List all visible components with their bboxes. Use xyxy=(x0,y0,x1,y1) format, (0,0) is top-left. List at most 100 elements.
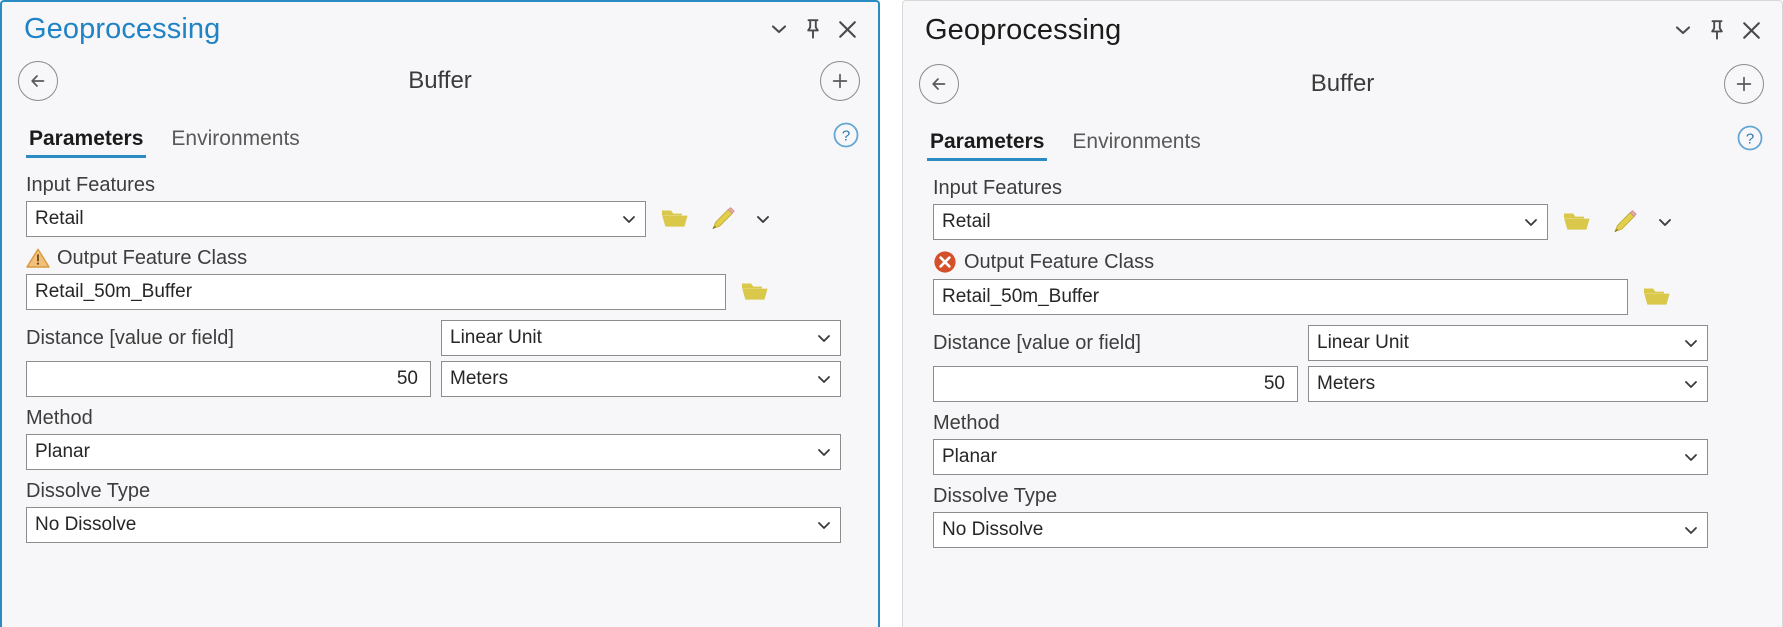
method-value: Planar xyxy=(942,446,997,467)
dissolve-type-label-text: Dissolve Type xyxy=(933,485,1058,507)
panel-title: Geoprocessing xyxy=(24,12,221,45)
add-button[interactable] xyxy=(820,61,860,101)
label-distance: Distance [value or field] xyxy=(933,325,1298,361)
parameters-form: Input Features Retail Output Feature Cla… xyxy=(2,158,878,543)
label-dissolve-type: Dissolve Type xyxy=(933,485,1764,507)
distance-value: 50 xyxy=(396,368,418,389)
dissolve-type-label-text: Dissolve Type xyxy=(26,480,151,502)
chevron-down-icon[interactable] xyxy=(808,444,832,460)
warning-triangle-icon xyxy=(26,247,50,269)
close-icon[interactable] xyxy=(830,12,864,46)
chevron-down-icon[interactable] xyxy=(1515,214,1539,230)
row-dissolve-type: No Dissolve xyxy=(26,507,858,543)
output-feature-class-value: Retail_50m_Buffer xyxy=(942,286,1100,307)
distance-label-text: Distance [value or field] xyxy=(933,332,1141,354)
unit-type-value: Linear Unit xyxy=(450,327,542,348)
chevron-down-icon[interactable] xyxy=(1666,13,1700,47)
chevron-down-icon[interactable] xyxy=(613,211,637,227)
panel-titlebar: Geoprocessing xyxy=(903,1,1782,55)
distance-unit-combobox[interactable]: Meters xyxy=(441,361,841,397)
chevron-down-icon[interactable] xyxy=(808,371,832,387)
chevron-down-icon[interactable] xyxy=(808,517,832,533)
tool-title: Buffer xyxy=(408,67,472,94)
panel-gap xyxy=(880,0,902,627)
geoprocessing-panel-right: Geoprocessing Buffer Parameters Environm… xyxy=(902,0,1783,627)
row-input-features: Retail xyxy=(933,204,1764,240)
panel-title: Geoprocessing xyxy=(925,13,1122,46)
output-feature-class-label-text: Output Feature Class xyxy=(964,251,1155,273)
output-feature-class-label-text: Output Feature Class xyxy=(57,247,248,269)
edit-pencil-icon[interactable] xyxy=(704,201,742,237)
svg-text:?: ? xyxy=(842,128,850,145)
method-label-text: Method xyxy=(933,412,1000,434)
distance-unit-combobox[interactable]: Meters xyxy=(1308,366,1708,402)
tabs: Parameters Environments ? xyxy=(903,113,1782,161)
label-input-features: Input Features xyxy=(26,174,858,196)
browse-folder-icon[interactable] xyxy=(736,274,774,310)
pin-icon[interactable] xyxy=(1700,13,1734,47)
label-dissolve-type: Dissolve Type xyxy=(26,480,858,502)
dissolve-type-combobox[interactable]: No Dissolve xyxy=(933,512,1708,548)
input-features-value: Retail xyxy=(942,211,991,232)
chevron-down-icon[interactable] xyxy=(1675,376,1699,392)
distance-unit-value: Meters xyxy=(1317,373,1376,394)
tab-environments[interactable]: Environments xyxy=(1069,130,1203,161)
method-combobox[interactable]: Planar xyxy=(933,439,1708,475)
browse-folder-icon[interactable] xyxy=(656,201,694,237)
edit-options-chevron-icon[interactable] xyxy=(1654,214,1676,230)
geoprocessing-panel-left: Geoprocessing Buffer Parameters Environm… xyxy=(0,0,880,627)
tool-title: Buffer xyxy=(1310,70,1375,97)
output-feature-class-input[interactable]: Retail_50m_Buffer xyxy=(933,279,1628,315)
tab-parameters[interactable]: Parameters xyxy=(927,130,1048,161)
help-icon[interactable]: ? xyxy=(1736,124,1764,157)
browse-folder-icon[interactable] xyxy=(1558,204,1596,240)
add-button[interactable] xyxy=(1724,64,1764,104)
svg-text:?: ? xyxy=(1746,131,1754,148)
close-icon[interactable] xyxy=(1734,13,1768,47)
label-method: Method xyxy=(933,412,1764,434)
chevron-down-icon[interactable] xyxy=(1675,449,1699,465)
edit-pencil-icon[interactable] xyxy=(1606,204,1644,240)
back-button[interactable] xyxy=(18,61,58,101)
back-button[interactable] xyxy=(919,64,959,104)
row-dissolve-type: No Dissolve xyxy=(933,512,1764,548)
chevron-down-icon[interactable] xyxy=(808,330,832,346)
row-method: Planar xyxy=(26,434,858,470)
chevron-down-icon[interactable] xyxy=(1675,335,1699,351)
distance-value-input[interactable]: 50 xyxy=(26,361,431,397)
parameters-form: Input Features Retail Output Feature Cla… xyxy=(903,161,1782,548)
method-label-text: Method xyxy=(26,407,93,429)
label-method: Method xyxy=(26,407,858,429)
row-distance-value: 50 Meters xyxy=(26,361,858,397)
distance-unit-value: Meters xyxy=(450,368,509,389)
method-value: Planar xyxy=(35,441,90,462)
output-feature-class-input[interactable]: Retail_50m_Buffer xyxy=(26,274,726,310)
tab-environments[interactable]: Environments xyxy=(168,127,302,158)
row-input-features: Retail xyxy=(26,201,858,237)
input-features-label-text: Input Features xyxy=(933,177,1062,199)
row-distance-labels: Distance [value or field] Linear Unit xyxy=(933,315,1764,366)
browse-folder-icon[interactable] xyxy=(1638,279,1676,315)
panel-titlebar: Geoprocessing xyxy=(2,2,878,52)
method-combobox[interactable]: Planar xyxy=(26,434,841,470)
row-output-feature-class: Retail_50m_Buffer xyxy=(26,274,858,310)
label-output-feature-class: Output Feature Class xyxy=(933,250,1764,274)
help-icon[interactable]: ? xyxy=(832,121,860,154)
row-method: Planar xyxy=(933,439,1764,475)
chevron-down-icon[interactable] xyxy=(1675,522,1699,538)
edit-options-chevron-icon[interactable] xyxy=(752,211,774,227)
row-output-feature-class: Retail_50m_Buffer xyxy=(933,279,1764,315)
input-features-combobox[interactable]: Retail xyxy=(26,201,646,237)
tab-parameters[interactable]: Parameters xyxy=(26,127,147,158)
distance-value-input[interactable]: 50 xyxy=(933,366,1298,402)
distance-value: 50 xyxy=(1263,373,1285,394)
unit-type-combobox[interactable]: Linear Unit xyxy=(1308,325,1708,361)
error-circle-icon xyxy=(933,250,957,274)
label-distance: Distance [value or field] xyxy=(26,320,431,356)
unit-type-combobox[interactable]: Linear Unit xyxy=(441,320,841,356)
input-features-value: Retail xyxy=(35,208,84,229)
chevron-down-icon[interactable] xyxy=(762,12,796,46)
pin-icon[interactable] xyxy=(796,12,830,46)
input-features-combobox[interactable]: Retail xyxy=(933,204,1548,240)
dissolve-type-combobox[interactable]: No Dissolve xyxy=(26,507,841,543)
